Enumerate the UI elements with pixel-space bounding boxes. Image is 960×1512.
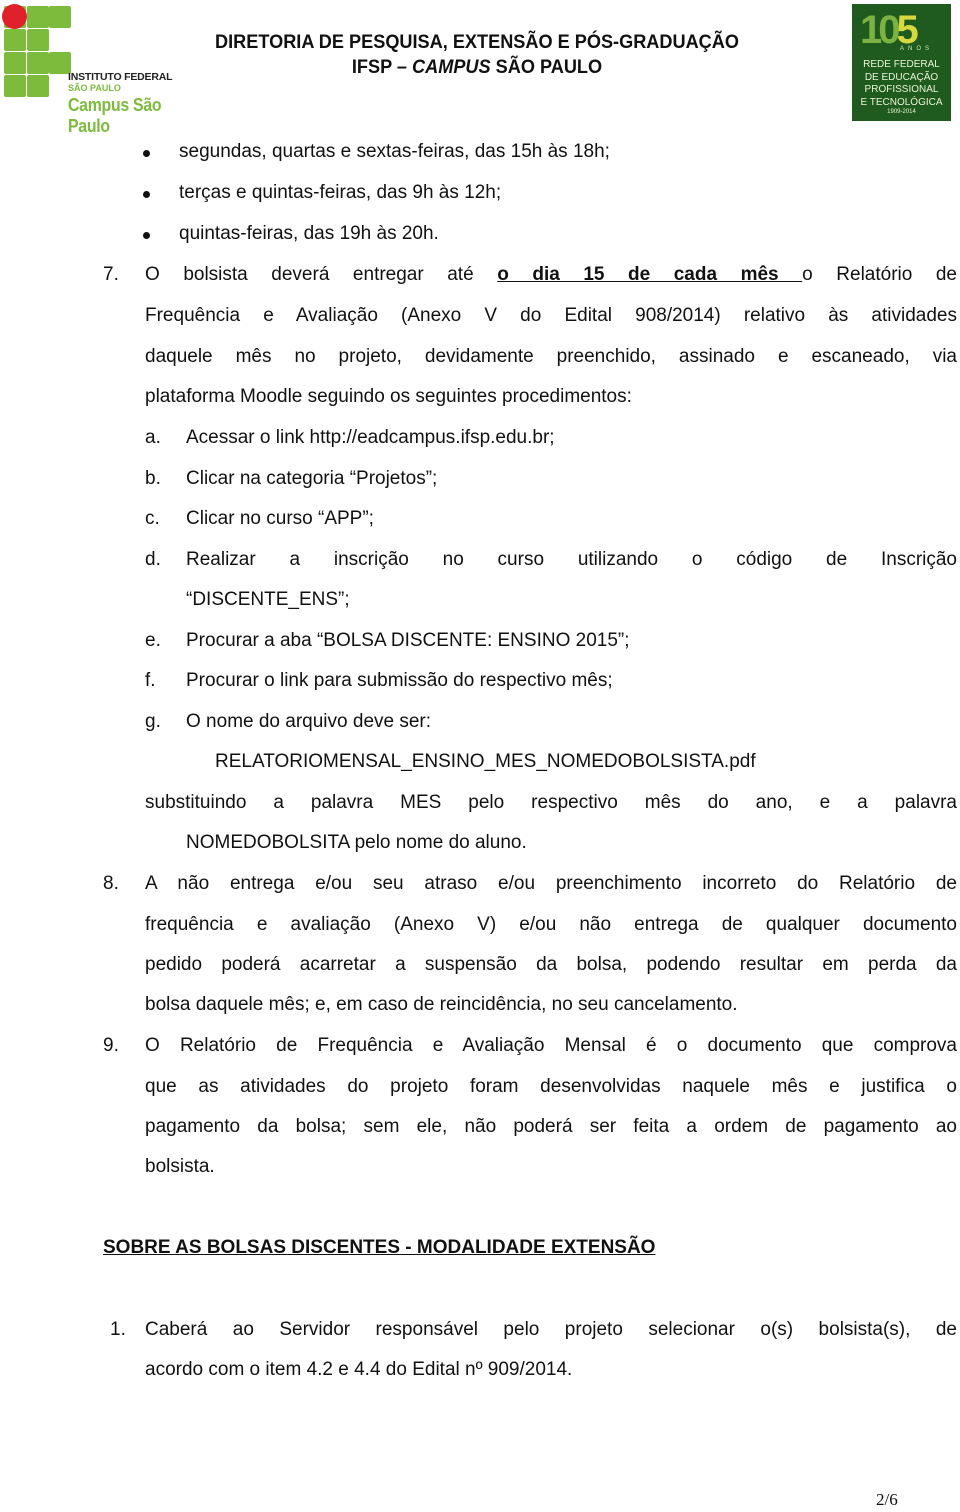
logo-campus: Campus São Paulo (68, 95, 162, 136)
step-letter: f. (145, 670, 156, 691)
step-text: Realizar a inscrição no curso utilizando… (186, 549, 957, 570)
step-text-continued: “DISCENTE_ENS”; (186, 589, 350, 610)
ext-item1-line: acordo com o item 4.2 e 4.4 do Edital nº… (145, 1359, 573, 1380)
badge-years: 1909-2014 (887, 109, 916, 115)
item7-text: o Relatório de (802, 264, 957, 285)
header-line-2-italic: CAMPUS (412, 56, 491, 78)
header-line-2-suffix: SÃO PAULO (490, 56, 603, 78)
step-letter: b. (145, 468, 161, 489)
badge-text: REDE FEDERAL DE EDUCAÇÃO PROFISSIONAL E … (852, 59, 951, 109)
badge-anos: ANOS (899, 46, 933, 52)
logo-state: SÃO PAULO (68, 83, 121, 93)
step-text: Procurar a aba “BOLSA DISCENTE: ENSINO 2… (186, 630, 630, 651)
item9-line: bolsista. (145, 1156, 215, 1177)
logo-square (27, 29, 49, 51)
logo-square (4, 75, 26, 97)
substitution-note: NOMEDOBOLSITA pelo nome do aluno. (186, 832, 527, 853)
logo-square (4, 29, 26, 51)
ext-item1-line: Caberá ao Servidor responsável pelo proj… (145, 1319, 957, 1340)
item-number: 8. (103, 873, 119, 894)
badge-line: DE EDUCAÇÃO (864, 71, 939, 83)
step-text: O nome do arquivo deve ser: (186, 711, 432, 732)
item8-line: bolsa daquele mês; e, em caso de reincid… (145, 994, 738, 1015)
item7-line: Frequência e Avaliação (Anexo V do Edita… (145, 305, 957, 326)
header-line-1: DIRETORIA DE PESQUISA, EXTENSÃO E PÓS-GR… (215, 31, 739, 53)
step-text: Procurar o link para submissão do respec… (186, 670, 613, 691)
logo-institution: INSTITUTO FEDERAL (68, 71, 173, 83)
badge-line: E TECNOLÓGICA (860, 96, 943, 108)
step-letter: g. (145, 711, 161, 732)
bullet-item: terças e quintas-feiras, das 9h às 12h; (179, 182, 502, 203)
header-line-2-prefix: IFSP – (351, 56, 413, 78)
item8-line: pedido poderá acarretar a suspensão da b… (145, 954, 957, 975)
bullet-icon (143, 150, 150, 157)
filename-template: RELATORIOMENSAL_ENSINO_MES_NOMEDOBOLSIST… (215, 751, 756, 772)
rede-federal-105-badge: 105 ANOS REDE FEDERAL DE EDUCAÇÃO PROFIS… (852, 4, 951, 121)
step-letter: c. (145, 508, 160, 529)
badge-line: PROFISSIONAL (864, 84, 939, 95)
logo-square (4, 52, 26, 74)
logo-square (27, 75, 49, 97)
item9-line: O Relatório de Frequência e Avaliação Me… (145, 1035, 957, 1056)
logo-square (27, 6, 49, 28)
item-number: 9. (103, 1035, 119, 1056)
item9-line: que as atividades do projeto foram desen… (145, 1076, 957, 1097)
item7-deadline: o dia 15 de cada mês (497, 264, 803, 285)
item7-line: O bolsista deverá entregar até o dia 15 … (145, 265, 957, 285)
step-letter: d. (145, 549, 161, 570)
section-heading: SOBRE AS BOLSAS DISCENTES - MODALIDADE E… (103, 1237, 656, 1258)
step-text: Clicar no curso “APP”; (186, 508, 374, 529)
item-number: 1. (110, 1319, 126, 1340)
page-number: 2/6 (876, 1490, 898, 1509)
item-number: 7. (103, 264, 119, 285)
substitution-note: substituindo a palavra MES pelo respecti… (145, 792, 957, 813)
ifsp-logo: INSTITUTO FEDERAL SÃO PAULO Campus São P… (0, 0, 210, 136)
item7-text: O bolsista deverá entregar até (145, 264, 498, 285)
logo-red-circle (2, 4, 27, 29)
item7-line: plataforma Moodle seguindo os seguintes … (145, 386, 632, 407)
item8-line: frequência e avaliação (Anexo V) e/ou nã… (145, 914, 957, 935)
header-line-2: IFSP – CAMPUS SÃO PAULO (182, 55, 772, 80)
logo-square (27, 52, 49, 74)
item9-line: pagamento da bolsa; sem ele, não poderá … (145, 1116, 957, 1137)
step-text: Acessar o link http://eadcampus.ifsp.edu… (186, 427, 555, 448)
bullet-item: quintas-feiras, das 19h às 20h. (179, 223, 439, 244)
badge-line: REDE FEDERAL (863, 59, 940, 70)
bullet-icon (143, 232, 150, 239)
document-header-title: DIRETORIA DE PESQUISA, EXTENSÃO E PÓS-GR… (182, 30, 772, 80)
item7-line: daquele mês no projeto, devidamente pree… (145, 346, 957, 367)
bullet-icon (143, 191, 150, 198)
step-letter: a. (145, 427, 161, 448)
logo-square (49, 6, 71, 28)
step-letter: e. (145, 630, 161, 651)
bullet-item: segundas, quartas e sextas-feiras, das 1… (179, 141, 610, 162)
item8-line: A não entrega e/ou seu atraso e/ou preen… (145, 873, 957, 894)
step-text: Clicar na categoria “Projetos”; (186, 468, 438, 489)
